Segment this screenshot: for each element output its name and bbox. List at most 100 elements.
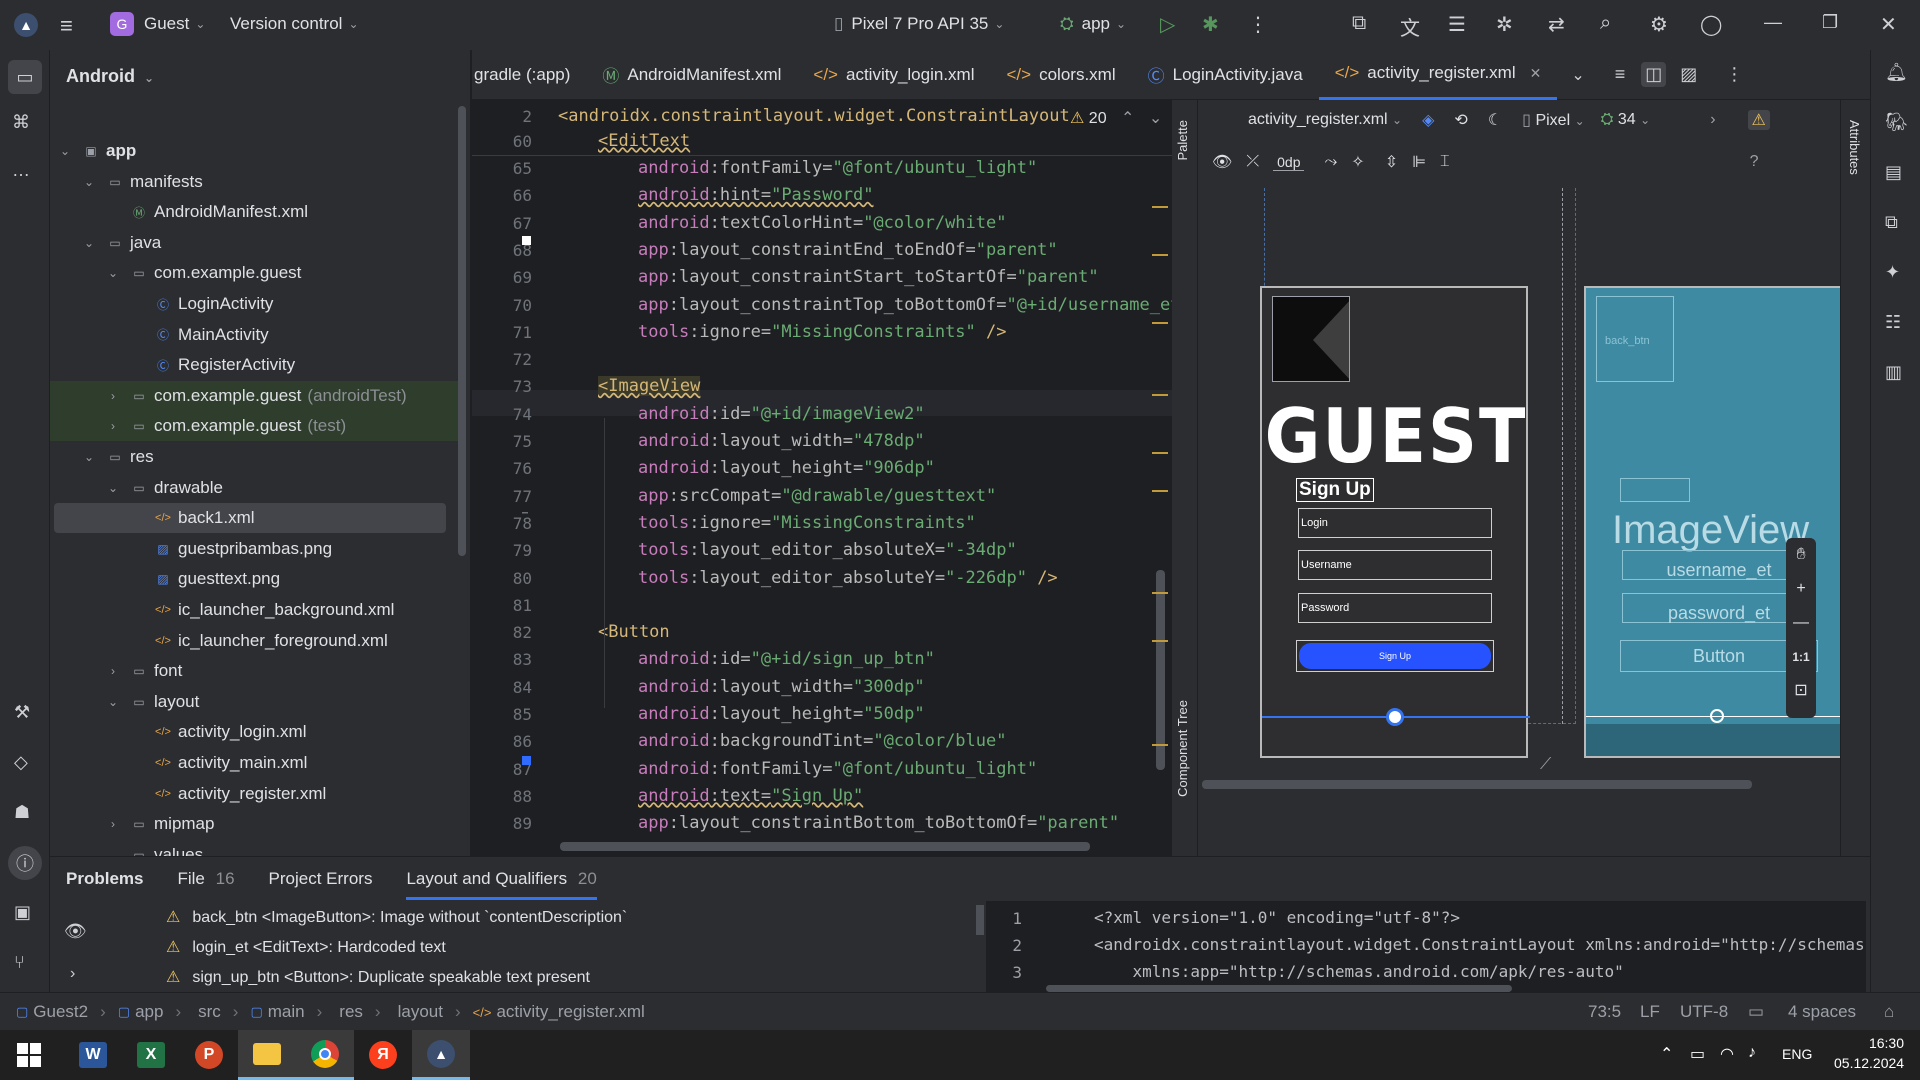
tree-item[interactable]: </> ic_launcher_foreground.xml xyxy=(50,626,460,656)
chevron-down-icon[interactable]: ⌄ xyxy=(82,175,96,189)
tree-item[interactable]: › ▭ font xyxy=(50,656,460,686)
word-icon[interactable]: W xyxy=(64,1030,122,1080)
tree-item[interactable]: ⌄ ▭ res xyxy=(50,442,460,472)
tree-item[interactable]: ▨ guesttext.png xyxy=(50,564,460,594)
default-margin-field[interactable]: 0dp xyxy=(1273,154,1305,171)
windows-start-icon[interactable] xyxy=(0,1030,58,1080)
vcs-selector[interactable]: Version control ⌄ xyxy=(230,14,359,34)
battery-icon[interactable]: ▭ xyxy=(1690,1044,1705,1064)
tab-problems[interactable]: Problems xyxy=(66,869,143,889)
run-icon[interactable]: ▷ xyxy=(1160,12,1175,37)
tree-item[interactable]: ⌄ ▭ layout xyxy=(50,687,460,717)
tree-item[interactable]: </> activity_register.xml xyxy=(50,779,460,809)
split-view-icon[interactable]: ◫ xyxy=(1641,62,1667,87)
tree-item[interactable]: › ▭ mipmap xyxy=(50,809,460,839)
tree-item[interactable]: Ⓒ LoginActivity xyxy=(50,289,460,319)
chevron-down-icon[interactable]: ⌄ xyxy=(82,450,96,464)
breadcrumb-item[interactable]: Guest2 xyxy=(33,1002,88,1022)
design-surface-icon[interactable]: ◈ xyxy=(1422,110,1434,130)
code-view-icon[interactable]: ≡ xyxy=(1615,64,1626,85)
translate-icon[interactable]: 文 xyxy=(1400,12,1420,41)
breadcrumb-item[interactable]: res xyxy=(339,1002,363,1022)
component-tree-tab[interactable]: Component Tree xyxy=(1175,700,1190,797)
more-actions-icon[interactable]: ⋮ xyxy=(1248,12,1268,37)
orientation-icon[interactable]: ⟲ xyxy=(1454,110,1467,130)
zoom-out-icon[interactable]: — xyxy=(1786,606,1816,640)
pan-hand-icon[interactable]: ✋︎ xyxy=(1786,538,1816,572)
structure-icon[interactable]: ☷ xyxy=(1885,312,1901,333)
align-icon[interactable]: ⊫ xyxy=(1412,152,1426,172)
chevron-right-icon[interactable]: › xyxy=(106,664,120,678)
tab-android-manifest[interactable]: Ⓜ AndroidManifest.xml xyxy=(586,50,797,100)
chevron-down-icon[interactable]: ⌄ xyxy=(106,695,120,709)
restore-icon[interactable]: ❐ xyxy=(1822,12,1838,33)
chevron-right-icon[interactable]: › xyxy=(1710,111,1715,129)
gemini-icon[interactable]: ✦ xyxy=(1885,262,1900,283)
indent-setting[interactable]: 4 spaces xyxy=(1788,1002,1856,1022)
tray-chevron-icon[interactable]: ⌃ xyxy=(1660,1044,1673,1064)
pack-icon[interactable]: ⇳ xyxy=(1385,152,1398,172)
tree-item[interactable]: ⌄ ▭ drawable xyxy=(50,473,460,503)
problem-item[interactable]: ⚠ back_btn <ImageButton>: Image without `… xyxy=(166,907,627,927)
design-view-icon[interactable]: ▨ xyxy=(1680,64,1697,85)
chevron-up-icon[interactable]: ⌃ xyxy=(1121,110,1134,127)
project-folder-icon[interactable]: ▭ xyxy=(8,60,42,94)
debug-icon[interactable]: ✱ xyxy=(1202,12,1219,37)
login-field-preview[interactable]: Login xyxy=(1298,508,1492,538)
tree-item[interactable]: </> ic_launcher_background.xml xyxy=(50,595,460,625)
tab-activity-login[interactable]: </> activity_login.xml xyxy=(797,50,990,100)
back-button-preview[interactable] xyxy=(1272,296,1350,382)
resize-handle-icon[interactable]: ⟋ xyxy=(1540,756,1551,774)
expand-chevron-icon[interactable]: › xyxy=(70,965,75,983)
sync-icon[interactable]: ⇄ xyxy=(1548,12,1565,37)
blueprint-back-btn[interactable]: back_btn xyxy=(1596,296,1674,382)
warning-icon[interactable]: ⚠ xyxy=(1747,110,1770,130)
editor-h-scrollbar[interactable] xyxy=(560,842,1090,851)
tree-item[interactable]: Ⓜ AndroidManifest.xml xyxy=(50,197,460,227)
logcat-icon[interactable]: ☗ xyxy=(14,802,30,823)
code-editor[interactable]: 2 <androidx.constraintlayout.widget.Cons… xyxy=(472,100,1172,856)
tab-file[interactable]: File 16 xyxy=(177,869,234,889)
tree-item[interactable]: Ⓒ RegisterActivity xyxy=(50,350,460,380)
palette-tab[interactable]: Palette xyxy=(1175,120,1190,160)
settings-gear-icon[interactable]: ⚙ xyxy=(1650,12,1668,37)
chevron-down-icon[interactable]: ⌄ xyxy=(1149,110,1162,127)
tree-item[interactable]: › ▭ com.example.guest (test) xyxy=(50,411,460,442)
layout-file-selector[interactable]: activity_register.xml ⌄ xyxy=(1248,111,1402,129)
line-separator[interactable]: LF xyxy=(1640,1002,1660,1022)
file-encoding[interactable]: UTF-8 xyxy=(1680,1002,1728,1022)
breadcrumb-item[interactable]: src xyxy=(198,1002,221,1022)
tab-activity-register[interactable]: </> activity_register.xml ✕ xyxy=(1318,50,1558,100)
gem-icon[interactable]: ◇ xyxy=(14,752,28,773)
zoom-reset-button[interactable]: 1:1 xyxy=(1786,640,1816,674)
problem-item[interactable]: ⚠ login_et <EditText>: Hardcoded text xyxy=(166,937,446,957)
tab-login-activity[interactable]: Ⓒ LoginActivity.java xyxy=(1132,50,1319,100)
powerpoint-icon[interactable]: P xyxy=(180,1030,238,1080)
project-view-selector[interactable]: Android ⌄ xyxy=(66,66,154,87)
tab-project-errors[interactable]: Project Errors xyxy=(269,869,373,889)
tab-more-icon[interactable]: ⋮ xyxy=(1725,64,1743,85)
tree-item[interactable]: </> activity_main.xml xyxy=(50,748,460,778)
breadcrumb-item[interactable]: activity_register.xml xyxy=(496,1002,644,1022)
chevron-right-icon[interactable]: › xyxy=(106,419,120,433)
view-options-eye-icon[interactable]: 👁︎ xyxy=(1212,152,1232,172)
clock[interactable]: 16:30 05.12.2024 xyxy=(1834,1035,1904,1071)
chevron-down-icon[interactable]: ⌄ xyxy=(106,266,120,280)
problems-icon[interactable]: ⓘ xyxy=(8,846,42,880)
terminal-icon[interactable]: ▣ xyxy=(14,902,31,923)
clear-constraints-icon[interactable]: ⤳ xyxy=(1324,153,1337,171)
yandex-browser-icon[interactable]: Я xyxy=(354,1030,412,1080)
design-canvas[interactable]: GUEST Sign Up Login Username Password Si… xyxy=(1198,188,1840,798)
infer-constraints-icon[interactable]: ✧ xyxy=(1351,152,1364,172)
file-explorer-icon[interactable] xyxy=(238,1030,296,1080)
canvas-h-scrollbar[interactable] xyxy=(1202,780,1752,789)
tab-gradle-app[interactable]: gradle (:app) xyxy=(472,50,586,100)
breadcrumb-item[interactable]: app xyxy=(135,1002,163,1022)
close-icon[interactable]: ✕ xyxy=(1880,12,1897,37)
tab-colors[interactable]: </> colors.xml xyxy=(991,50,1132,100)
blueprint-constraint-handle[interactable] xyxy=(1710,709,1724,723)
caret-position[interactable]: 73:5 xyxy=(1588,1002,1621,1022)
run-config-selector[interactable]: ⛭ app ⌄ xyxy=(1060,14,1126,34)
help-icon[interactable]: ? xyxy=(1750,153,1759,171)
notifications-bell-icon[interactable]: 🔔︎ xyxy=(1885,62,1908,83)
